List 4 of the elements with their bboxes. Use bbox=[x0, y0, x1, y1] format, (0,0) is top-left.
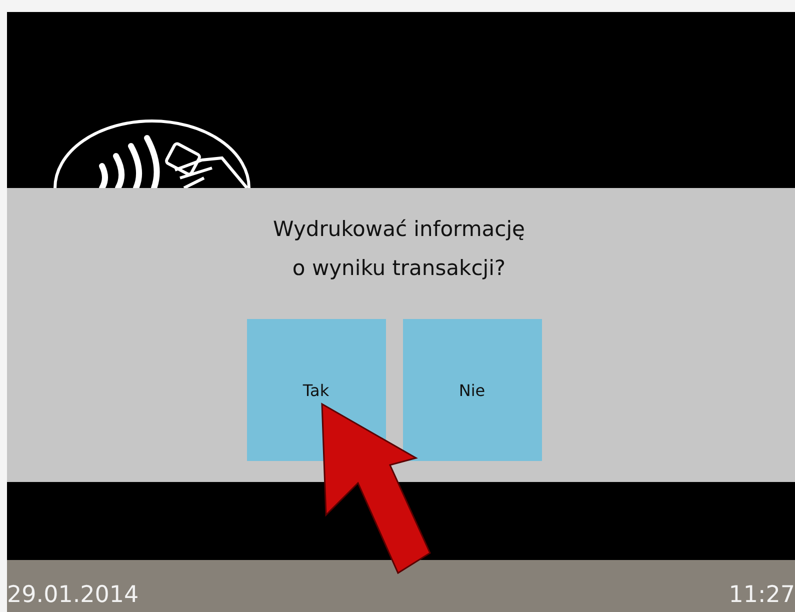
answer-button[interactable]: Nie bbox=[402, 319, 542, 461]
dialog-question: Wydrukować informację o wyniku transakcji? bbox=[272, 216, 526, 282]
status-time: 11:27 bbox=[728, 582, 795, 608]
status-date: 29.01.2014 bbox=[7, 582, 139, 608]
